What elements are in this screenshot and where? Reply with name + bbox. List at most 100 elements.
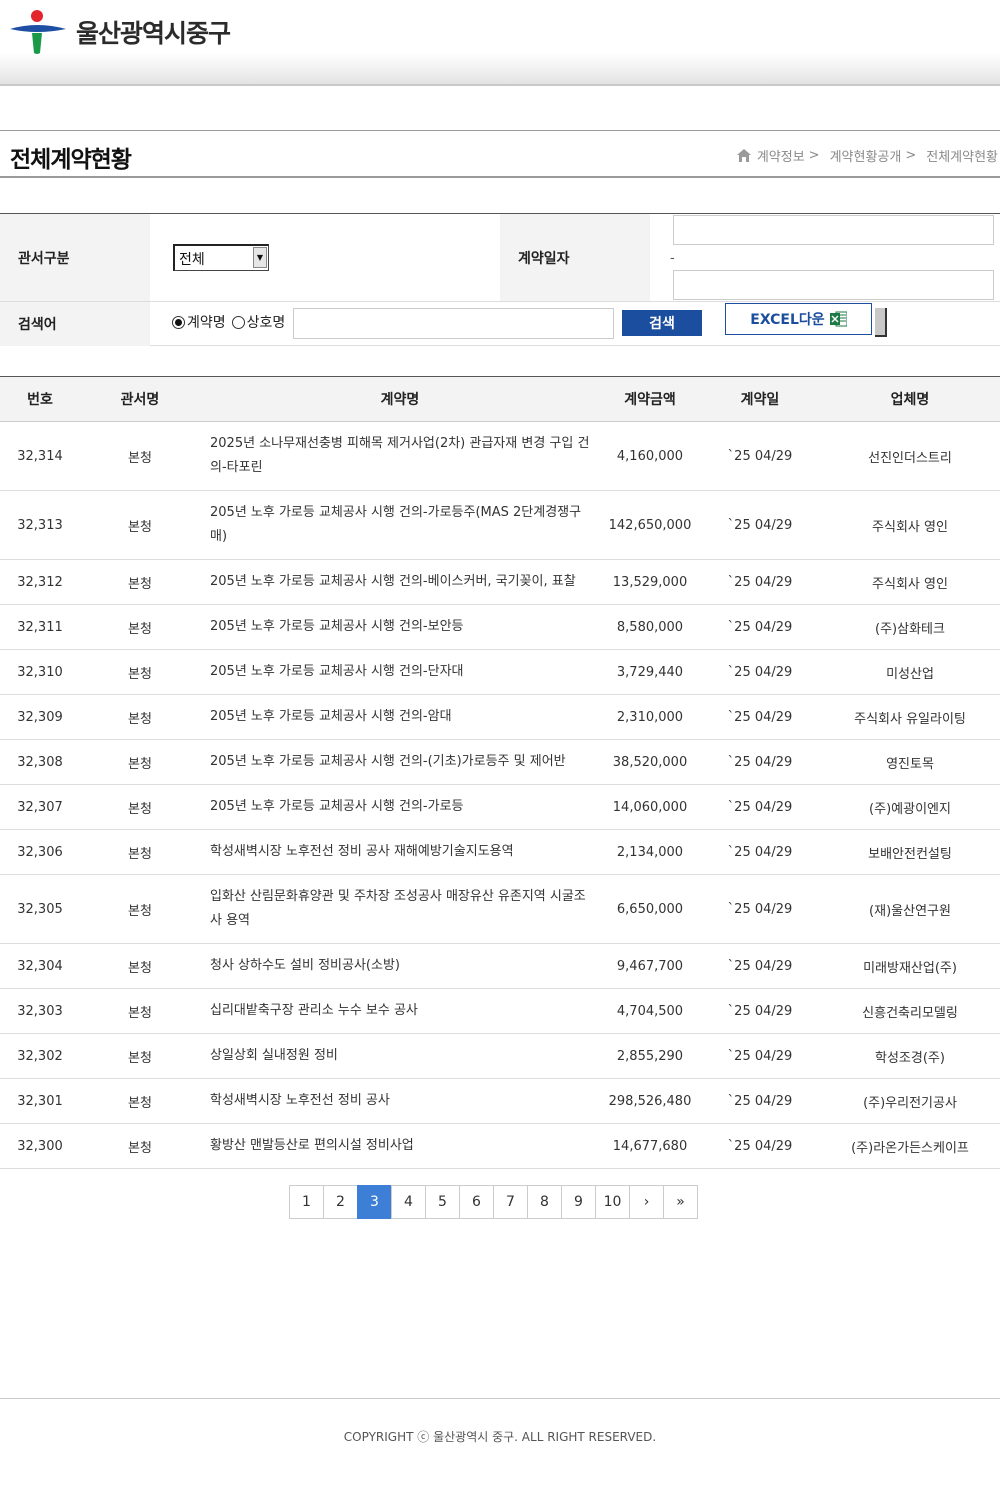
page-button-7[interactable]: 7 — [493, 1185, 528, 1219]
chevron-down-icon[interactable]: ▼ — [253, 247, 267, 268]
table-row[interactable]: 32,303 본청 십리대밭축구장 관리소 누수 보수 공사 4,704,500 `25… — [0, 988, 1000, 1034]
cell-contract-name[interactable]: 상일상회 실내정원 정비 — [200, 1033, 600, 1079]
radio-company-name-label[interactable]: 상호명 — [247, 312, 286, 332]
radio-contract-name[interactable] — [172, 315, 185, 329]
site-name[interactable]: 울산광역시중구 — [76, 14, 231, 50]
excel-download-button[interactable]: EXCEL다운 — [725, 303, 872, 335]
col-header-no: 번호 — [0, 376, 80, 422]
col-header-company: 업체명 — [820, 376, 1000, 422]
cell-date: `25 04/29 — [700, 649, 820, 695]
cell-amount: 2,134,000 — [600, 829, 700, 875]
table-row[interactable]: 32,314 본청 2025년 소나무재선충병 피해목 제거사업(2차) 관급자재 … — [0, 421, 1000, 491]
table-row[interactable]: 32,313 본청 205년 노후 가로등 교체공사 시행 건의-가로등주(MAS … — [0, 490, 1000, 560]
cell-no: 32,309 — [0, 694, 80, 740]
cell-date: `25 04/29 — [700, 490, 820, 560]
cell-contract-name[interactable]: 청사 상하수도 설비 정비공사(소방) — [200, 943, 600, 989]
page-button-6[interactable]: 6 — [459, 1185, 494, 1219]
cell-amount: 9,467,700 — [600, 943, 700, 989]
table-row[interactable]: 32,300 본청 황방산 맨발등산로 편의시설 정비사업 14,677,680 `25… — [0, 1123, 1000, 1169]
footer-divider — [0, 1398, 1000, 1399]
table-row[interactable]: 32,307 본청 205년 노후 가로등 교체공사 시행 건의-가로등 14,060… — [0, 784, 1000, 830]
cell-amount: 13,529,000 — [600, 559, 700, 605]
col-header-contract-name: 계약명 — [200, 376, 600, 422]
cell-date: `25 04/29 — [700, 874, 820, 944]
table-row[interactable]: 32,309 본청 205년 노후 가로등 교체공사 시행 건의-암대 2,310,0… — [0, 694, 1000, 740]
cell-contract-name[interactable]: 학성새벽시장 노후전선 정비 공사 재해예방기술지도용역 — [200, 829, 600, 875]
contract-table-wrapper: 번호 관서명 계약명 계약금액 계약일 업체명 32,314 본청 2025년 소나… — [0, 376, 1000, 1169]
cell-dept: 본청 — [80, 490, 200, 560]
page-button-4[interactable]: 4 — [391, 1185, 426, 1219]
page-button-10[interactable]: 10 — [595, 1185, 630, 1219]
cell-no: 32,307 — [0, 784, 80, 830]
cell-contract-name[interactable]: 205년 노후 가로등 교체공사 시행 건의-(기초)가로등주 및 제어반 — [200, 739, 600, 785]
cell-contract-name[interactable]: 205년 노후 가로등 교체공사 시행 건의-단자대 — [200, 649, 600, 695]
cell-contract-name[interactable]: 205년 노후 가로등 교체공사 시행 건의-베이스커버, 국기꽂이, 표찰 — [200, 559, 600, 605]
table-row[interactable]: 32,312 본청 205년 노후 가로등 교체공사 시행 건의-베이스커버, 국기… — [0, 559, 1000, 605]
cell-no: 32,308 — [0, 739, 80, 785]
cell-company: 미성산업 — [820, 649, 1000, 695]
cell-dept: 본청 — [80, 1078, 200, 1124]
cell-contract-name[interactable]: 십리대밭축구장 관리소 누수 보수 공사 — [200, 988, 600, 1034]
table-row[interactable]: 32,302 본청 상일상회 실내정원 정비 2,855,290 `25 04/29 학성… — [0, 1033, 1000, 1079]
breadcrumb-item-all-contracts[interactable]: 전체계약현황 — [926, 146, 998, 165]
dept-select[interactable]: 전체 ▼ — [173, 244, 269, 271]
cell-no: 32,313 — [0, 490, 80, 560]
keyword-input[interactable] — [293, 308, 614, 339]
cell-no: 32,305 — [0, 874, 80, 944]
last-page-icon[interactable]: » — [663, 1185, 698, 1219]
page-button-3[interactable]: 3 — [357, 1185, 392, 1219]
table-row[interactable]: 32,310 본청 205년 노후 가로등 교체공사 시행 건의-단자대 3,729,… — [0, 649, 1000, 695]
page-button-2[interactable]: 2 — [323, 1185, 358, 1219]
ulsan-junggu-logo-icon[interactable] — [10, 9, 66, 55]
page-button-8[interactable]: 8 — [527, 1185, 562, 1219]
page-button-9[interactable]: 9 — [561, 1185, 596, 1219]
cell-date: `25 04/29 — [700, 421, 820, 491]
cell-date: `25 04/29 — [700, 1033, 820, 1079]
table-row[interactable]: 32,305 본청 입화산 산림문화휴양관 및 주차장 조성공사 매장유산 유존지역… — [0, 874, 1000, 944]
cell-no: 32,311 — [0, 604, 80, 650]
cell-contract-name[interactable]: 205년 노후 가로등 교체공사 시행 건의-보안등 — [200, 604, 600, 650]
cell-company: (주)우리전기공사 — [820, 1078, 1000, 1124]
table-row[interactable]: 32,311 본청 205년 노후 가로등 교체공사 시행 건의-보안등 8,580,… — [0, 604, 1000, 650]
page-title: 전체계약현황 — [10, 147, 132, 173]
home-icon[interactable] — [736, 149, 751, 162]
cell-date: `25 04/29 — [700, 943, 820, 989]
radio-company-name[interactable] — [231, 315, 245, 329]
breadcrumb-separator: > — [905, 148, 917, 163]
search-button[interactable]: 검색 — [622, 310, 702, 336]
cell-amount: 142,650,000 — [600, 490, 700, 560]
search-form: 관서구분 전체 ▼ 계약일자 - 검색어 계약명 상호명 검색 EXCEL다운 — [0, 213, 1000, 346]
contract-table: 번호 관서명 계약명 계약금액 계약일 업체명 32,314 본청 2025년 소나… — [0, 376, 1000, 1169]
scroll-handle[interactable] — [875, 308, 887, 337]
table-row[interactable]: 32,306 본청 학성새벽시장 노후전선 정비 공사 재해예방기술지도용역 2,13… — [0, 829, 1000, 875]
next-page-icon[interactable]: › — [629, 1185, 664, 1219]
table-row[interactable]: 32,301 본청 학성새벽시장 노후전선 정비 공사 298,526,480 `25 … — [0, 1078, 1000, 1124]
table-row[interactable]: 32,304 본청 청사 상하수도 설비 정비공사(소방) 9,467,700 `25 … — [0, 943, 1000, 989]
breadcrumb-item-contract-disclosure[interactable]: 계약현황공개 — [830, 146, 902, 165]
cell-dept: 본청 — [80, 988, 200, 1034]
cell-contract-name[interactable]: 입화산 산림문화휴양관 및 주차장 조성공사 매장유산 유존지역 시굴조사 용역 — [200, 874, 600, 944]
cell-date: `25 04/29 — [700, 829, 820, 875]
date-to-input[interactable] — [673, 270, 994, 300]
breadcrumb-item-contract-info[interactable]: 계약정보 — [757, 146, 805, 165]
site-header: 울산광역시중구 — [0, 0, 1000, 86]
cell-contract-name[interactable]: 황방산 맨발등산로 편의시설 정비사업 — [200, 1123, 600, 1169]
cell-contract-name[interactable]: 2025년 소나무재선충병 피해목 제거사업(2차) 관급자재 변경 구입 건의… — [200, 421, 600, 491]
cell-dept: 본청 — [80, 739, 200, 785]
cell-contract-name[interactable]: 205년 노후 가로등 교체공사 시행 건의-가로등 — [200, 784, 600, 830]
cell-date: `25 04/29 — [700, 694, 820, 740]
page-button-5[interactable]: 5 — [425, 1185, 460, 1219]
cell-date: `25 04/29 — [700, 988, 820, 1034]
cell-company: 신흥건축리모델링 — [820, 988, 1000, 1034]
page-button-1[interactable]: 1 — [289, 1185, 324, 1219]
cell-contract-name[interactable]: 205년 노후 가로등 교체공사 시행 건의-가로등주(MAS 2단계경쟁구매) — [200, 490, 600, 560]
cell-contract-name[interactable]: 학성새벽시장 노후전선 정비 공사 — [200, 1078, 600, 1124]
cell-contract-name[interactable]: 205년 노후 가로등 교체공사 시행 건의-암대 — [200, 694, 600, 740]
cell-dept: 본청 — [80, 559, 200, 605]
table-row[interactable]: 32,308 본청 205년 노후 가로등 교체공사 시행 건의-(기초)가로등주 … — [0, 739, 1000, 785]
dept-label: 관서구분 — [0, 214, 150, 301]
date-from-input[interactable] — [673, 215, 994, 245]
cell-company: 주식회사 영인 — [820, 559, 1000, 605]
cell-dept: 본청 — [80, 829, 200, 875]
radio-contract-name-label[interactable]: 계약명 — [187, 312, 226, 332]
